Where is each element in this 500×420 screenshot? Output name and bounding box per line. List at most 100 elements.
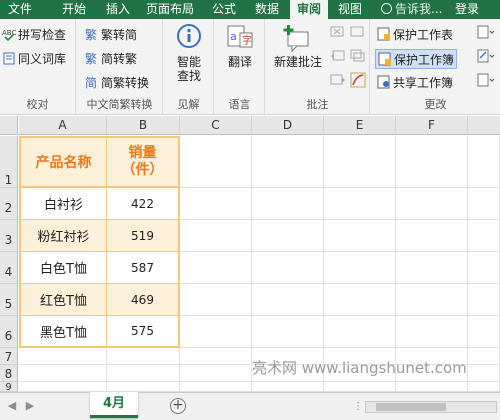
grid-cell[interactable] (468, 136, 500, 188)
smart-lookup-button[interactable]: 智能 查找 (170, 23, 208, 83)
grid-cell[interactable] (252, 284, 324, 316)
protect-sheet-button[interactable]: 保护工作表 (377, 25, 453, 45)
grid-cell[interactable] (252, 382, 324, 392)
grid-cell[interactable] (252, 188, 324, 220)
protect-workbook-button[interactable]: 保护工作簿 (375, 49, 458, 69)
cell-qty[interactable]: 422 (107, 188, 180, 220)
grid-cell[interactable] (324, 188, 396, 220)
sheet-tab[interactable]: 4月 (90, 392, 138, 418)
grid-cell[interactable] (468, 188, 500, 220)
grid-cell[interactable] (180, 348, 252, 365)
thesaurus-button[interactable]: 同义词库 (2, 49, 66, 69)
column-header-g[interactable] (468, 116, 500, 135)
grid-cell[interactable] (252, 136, 324, 188)
grid-cell[interactable] (180, 382, 252, 392)
show-comment-icon[interactable] (350, 25, 366, 39)
scroll-sheets-right-icon[interactable]: ▶ (24, 399, 36, 413)
header-product-name[interactable]: 产品名称 (19, 136, 107, 188)
scrollbar-thumb[interactable] (376, 403, 446, 411)
grid-cell[interactable] (180, 316, 252, 348)
row-header-6[interactable]: 6 (0, 316, 18, 348)
grid-cell[interactable] (468, 382, 500, 392)
row-header-3[interactable]: 3 (0, 220, 18, 252)
grid-cell[interactable] (396, 284, 468, 316)
tab-split-icon[interactable]: ⋮ (352, 400, 364, 414)
tab-review[interactable]: 审阅 (290, 0, 328, 19)
column-header-a[interactable]: A (19, 116, 107, 135)
grid-cell[interactable] (396, 220, 468, 252)
next-comment-icon[interactable] (330, 73, 346, 87)
add-sheet-icon[interactable]: + (170, 398, 186, 414)
grid-cell[interactable] (252, 252, 324, 284)
column-header-e[interactable]: E (324, 116, 396, 135)
scroll-sheets-left-icon[interactable]: ◀ (6, 399, 18, 413)
header-sales-qty[interactable]: 销量 （件） (107, 136, 180, 188)
cell-qty[interactable]: 469 (107, 284, 180, 316)
horizontal-scrollbar[interactable] (365, 401, 497, 413)
delete-comment-icon[interactable] (330, 25, 346, 39)
grid-cell[interactable] (19, 348, 107, 365)
grid-cell[interactable] (252, 316, 324, 348)
grid-cell[interactable] (180, 220, 252, 252)
grid-cell[interactable] (396, 252, 468, 284)
grid-cell[interactable] (324, 316, 396, 348)
row-header-1[interactable]: 1 (0, 136, 18, 188)
grid-cell[interactable] (180, 252, 252, 284)
cell-qty[interactable]: 575 (107, 316, 180, 348)
grid-cell[interactable] (252, 220, 324, 252)
trad-to-simp-button[interactable]: 繁繁转简 (85, 25, 137, 45)
grid-cell[interactable] (468, 365, 500, 382)
grid-cell[interactable] (324, 382, 396, 392)
tab-file[interactable]: 文件 (0, 0, 40, 19)
grid-cell[interactable] (396, 136, 468, 188)
login-button[interactable]: 登录 (455, 0, 479, 19)
grid-cell[interactable] (107, 365, 180, 382)
grid-cell[interactable] (180, 365, 252, 382)
row-header-7[interactable]: 7 (0, 348, 18, 365)
row-header-8[interactable]: 8 (0, 365, 18, 382)
column-header-f[interactable]: F (396, 116, 468, 135)
show-all-comments-icon[interactable] (350, 49, 366, 63)
grid-cell[interactable] (468, 220, 500, 252)
tab-view[interactable]: 视图 (332, 0, 368, 19)
convert-button[interactable]: 简简繁转换 (85, 73, 149, 93)
tab-formulas[interactable]: 公式 (206, 0, 242, 19)
row-header-9[interactable]: 9 (0, 382, 18, 393)
cell-product[interactable]: 白色T恤 (19, 252, 107, 284)
grid-cell[interactable] (19, 365, 107, 382)
row-header-5[interactable]: 5 (0, 284, 18, 316)
grid-cell[interactable] (180, 284, 252, 316)
grid-cell[interactable] (19, 382, 107, 392)
grid-cell[interactable] (324, 252, 396, 284)
grid-cell[interactable] (180, 188, 252, 220)
grid-cell[interactable] (468, 348, 500, 365)
share-workbook-button[interactable]: 共享工作簿 (377, 73, 453, 93)
cell-product[interactable]: 红色T恤 (19, 284, 107, 316)
tab-data[interactable]: 数据 (248, 0, 286, 19)
new-comment-button[interactable]: 新建批注 (270, 23, 326, 69)
grid-cell[interactable] (468, 316, 500, 348)
tab-page-layout[interactable]: 页面布局 (140, 0, 200, 19)
grid-cell[interactable] (324, 220, 396, 252)
grid-cell[interactable] (107, 348, 180, 365)
simp-to-trad-button[interactable]: 繁简转繁 (85, 49, 137, 69)
select-all-corner[interactable] (0, 116, 18, 135)
grid-cell[interactable] (324, 136, 396, 188)
grid-cell[interactable] (468, 284, 500, 316)
cell-product[interactable]: 粉红衬衫 (19, 220, 107, 252)
previous-comment-icon[interactable] (330, 49, 346, 63)
track-changes-icon[interactable] (477, 49, 495, 63)
more-changes-icon[interactable] (477, 73, 495, 87)
column-header-c[interactable]: C (180, 116, 252, 135)
row-header-2[interactable]: 2 (0, 188, 18, 220)
tell-me-box[interactable]: 告诉我... (381, 0, 442, 19)
cell-product[interactable]: 白衬衫 (19, 188, 107, 220)
cell-qty[interactable]: 519 (107, 220, 180, 252)
allow-edit-ranges-icon[interactable] (477, 25, 495, 39)
tab-home[interactable]: 开始 (52, 0, 96, 19)
cell-product[interactable]: 黑色T恤 (19, 316, 107, 348)
grid-cell[interactable] (180, 136, 252, 188)
column-header-b[interactable]: B (107, 116, 180, 135)
spell-check-button[interactable]: ABC 拼写检查 (2, 25, 66, 45)
grid-cell[interactable] (396, 188, 468, 220)
